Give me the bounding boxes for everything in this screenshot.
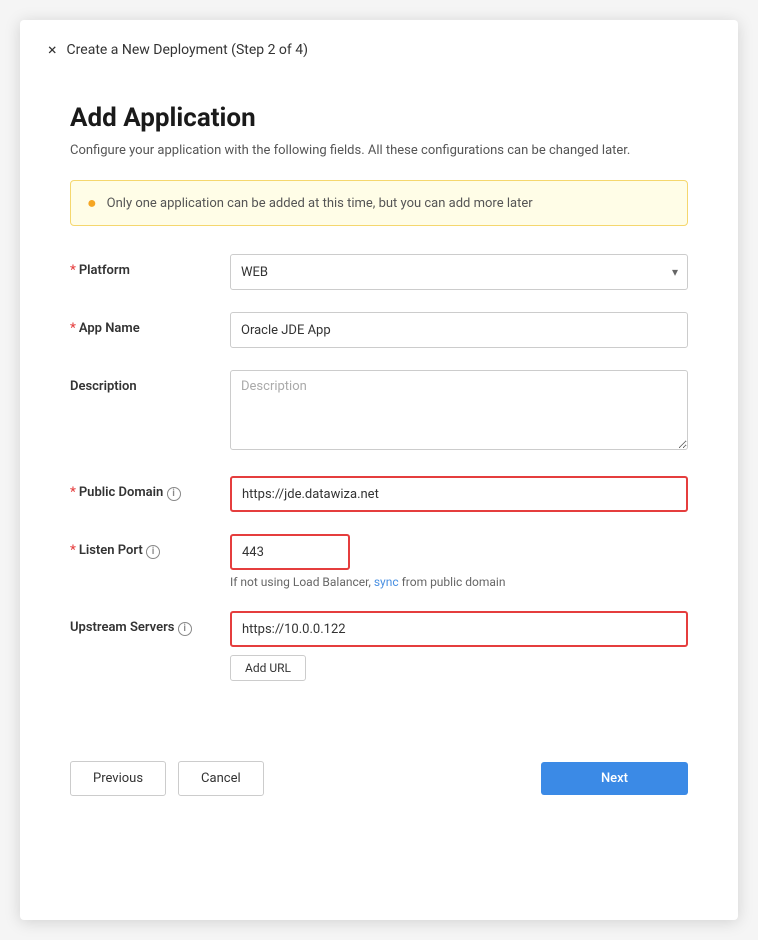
- platform-control: WEB MOBILE DESKTOP ▾: [230, 254, 688, 290]
- previous-button[interactable]: Previous: [70, 761, 166, 796]
- upstream-servers-label: Upstream Servers i: [70, 611, 230, 636]
- page-heading: Add Application: [70, 103, 688, 133]
- info-banner: ● Only one application can be added at t…: [70, 180, 688, 226]
- modal-body: Add Application Configure your applicati…: [20, 75, 738, 731]
- platform-label: *Platform: [70, 254, 230, 278]
- sync-link[interactable]: sync: [374, 575, 399, 589]
- app-name-control: [230, 312, 688, 348]
- footer-left: Previous Cancel: [70, 761, 264, 796]
- page-subtitle: Configure your application with the foll…: [70, 143, 688, 158]
- upstream-servers-row: Upstream Servers i Add URL: [70, 611, 688, 681]
- close-icon[interactable]: ×: [48, 40, 57, 59]
- platform-select-wrapper: WEB MOBILE DESKTOP ▾: [230, 254, 688, 290]
- upstream-servers-control: Add URL: [230, 611, 688, 681]
- add-url-button[interactable]: Add URL: [230, 655, 306, 681]
- listen-port-row: *Listen Port i If not using Load Balance…: [70, 534, 688, 589]
- platform-row: *Platform WEB MOBILE DESKTOP ▾: [70, 254, 688, 290]
- listen-port-control: If not using Load Balancer, sync from pu…: [230, 534, 688, 589]
- app-name-row: *App Name: [70, 312, 688, 348]
- listen-port-info-icon[interactable]: i: [146, 545, 160, 559]
- platform-select[interactable]: WEB MOBILE DESKTOP: [230, 254, 688, 290]
- modal-footer: Previous Cancel Next: [20, 741, 738, 824]
- info-banner-icon: ●: [87, 193, 97, 213]
- public-domain-control: [230, 476, 688, 512]
- upstream-servers-info-icon[interactable]: i: [178, 622, 192, 636]
- description-control: [230, 370, 688, 454]
- public-domain-required-star: *: [70, 485, 76, 500]
- public-domain-input[interactable]: [230, 476, 688, 512]
- description-row: Description: [70, 370, 688, 454]
- modal-title: Create a New Deployment (Step 2 of 4): [67, 42, 308, 58]
- cancel-button[interactable]: Cancel: [178, 761, 264, 796]
- listen-port-input[interactable]: [230, 534, 350, 570]
- app-name-label: *App Name: [70, 312, 230, 336]
- modal-container: × Create a New Deployment (Step 2 of 4) …: [20, 20, 738, 920]
- public-domain-label: *Public Domain i: [70, 476, 230, 501]
- next-button[interactable]: Next: [541, 762, 688, 795]
- app-name-input[interactable]: [230, 312, 688, 348]
- description-label: Description: [70, 370, 230, 394]
- app-name-required-star: *: [70, 321, 76, 336]
- public-domain-info-icon[interactable]: i: [167, 487, 181, 501]
- listen-port-helper: If not using Load Balancer, sync from pu…: [230, 575, 688, 589]
- modal-header: × Create a New Deployment (Step 2 of 4): [20, 20, 738, 75]
- info-banner-text: Only one application can be added at thi…: [107, 196, 533, 211]
- description-textarea[interactable]: [230, 370, 688, 450]
- upstream-servers-input[interactable]: [230, 611, 688, 647]
- listen-port-required-star: *: [70, 543, 76, 558]
- public-domain-row: *Public Domain i: [70, 476, 688, 512]
- listen-port-label: *Listen Port i: [70, 534, 230, 559]
- platform-required-star: *: [70, 263, 76, 278]
